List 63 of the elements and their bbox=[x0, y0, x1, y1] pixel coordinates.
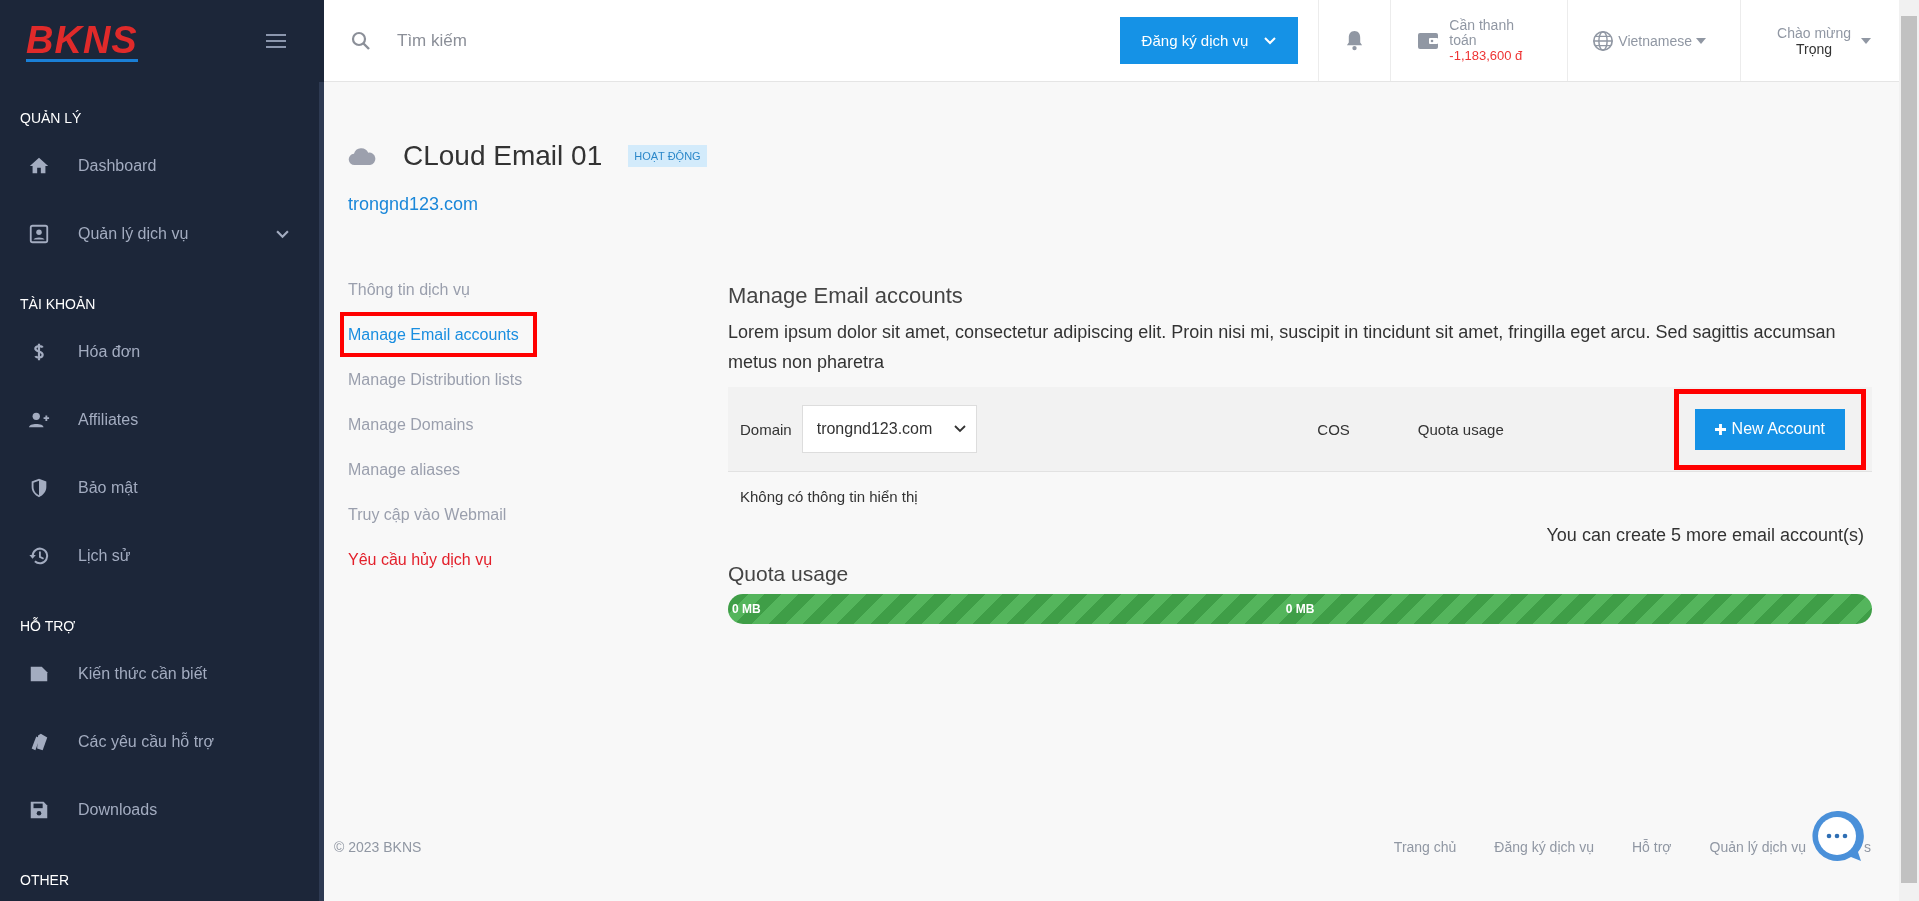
new-account-button[interactable]: New Account bbox=[1694, 408, 1845, 450]
service-menu-item[interactable]: Manage Domains bbox=[340, 402, 492, 447]
save-icon bbox=[28, 799, 50, 821]
register-service-button[interactable]: Đăng ký dịch vụ bbox=[1119, 17, 1299, 64]
language-selector[interactable]: Vietnamese bbox=[1567, 0, 1741, 81]
sidebar-item[interactable]: Các yêu cầu hỗ trợ bbox=[0, 708, 319, 776]
domain-label: Domain bbox=[740, 420, 792, 438]
progress-label: 0 MB bbox=[732, 602, 761, 616]
sidebar-item[interactable]: Bảo mật bbox=[0, 454, 319, 522]
sidebar-item[interactable]: Quản lý dịch vụ bbox=[0, 200, 319, 268]
column-header: Quota usage bbox=[1417, 420, 1504, 438]
service-menu-item[interactable]: Manage aliases bbox=[340, 447, 479, 492]
search-field[interactable]: Tìm kiếm bbox=[395, 29, 699, 52]
sidebar-section-title: TÀI KHOẢN bbox=[19, 295, 97, 314]
chevron-down-icon bbox=[1264, 36, 1277, 45]
column-header: COS bbox=[1317, 420, 1350, 438]
search-icon bbox=[351, 30, 371, 51]
caret-down-icon bbox=[1696, 37, 1707, 44]
service-menu-item[interactable]: Thông tin dịch vụ bbox=[340, 267, 488, 312]
chevron-down-icon bbox=[954, 425, 967, 433]
service-menu-item[interactable]: Manage Distribution lists bbox=[340, 357, 541, 402]
sidebar-item[interactable]: Dashboard bbox=[0, 132, 319, 200]
footer-link[interactable]: Quản lý dịch vụ bbox=[1709, 839, 1806, 855]
footer-link[interactable]: s bbox=[1864, 839, 1871, 855]
sidebar-item[interactable]: Affiliates bbox=[0, 386, 319, 454]
service-menu-item[interactable]: Yêu cầu hủy dịch vụ bbox=[340, 537, 511, 582]
footer-link[interactable]: Hỗ trợ bbox=[1631, 839, 1672, 855]
bell-icon[interactable] bbox=[1345, 30, 1365, 51]
globe-icon bbox=[1592, 29, 1615, 52]
footer-link[interactable]: Đăng ký dịch vụ bbox=[1494, 839, 1594, 855]
contact-icon bbox=[28, 223, 50, 245]
plus-icon bbox=[1714, 423, 1726, 435]
service-menu-item[interactable]: Truy cập vào Webmail bbox=[340, 492, 525, 537]
progress-label: 0 MB bbox=[1285, 602, 1315, 616]
quota-heading: Quota usage bbox=[728, 562, 850, 586]
wallet-icon bbox=[1417, 30, 1440, 51]
sidebar-item[interactable]: Downloads bbox=[0, 776, 319, 844]
service-menu-item[interactable]: Manage Email accounts bbox=[340, 312, 537, 357]
domain-link[interactable]: trongnd123.com bbox=[348, 194, 479, 215]
copyright: © 2023 BKNS bbox=[334, 839, 422, 855]
section-heading: Manage Email accounts bbox=[728, 283, 964, 309]
sidebar-item[interactable]: Kiến thức cần biết bbox=[0, 640, 319, 708]
scrollbar[interactable] bbox=[1899, 0, 1919, 901]
bkns-logo[interactable]: BKNS bbox=[26, 20, 138, 62]
sidebar-section-title: OTHER bbox=[19, 871, 70, 890]
service-title: CLoud Email 01 bbox=[403, 140, 603, 172]
empty-message: Không có thông tin hiển thị bbox=[739, 487, 919, 507]
caret-down-icon bbox=[1861, 37, 1871, 44]
sidebar-item[interactable]: Lịch sử bbox=[0, 522, 319, 590]
menu-icon[interactable] bbox=[266, 34, 286, 48]
footer-link[interactable]: Trang chủ bbox=[1393, 839, 1457, 855]
payment-due-label: Cần thanh toán bbox=[1449, 18, 1515, 48]
domain-select[interactable]: trongnd123.com bbox=[801, 405, 978, 453]
description: Lorem ipsum dolor sit amet, consectetur adipiscing elit. Proin nisi mi, suscipit in tincidunt sit amet, fringilla eget arcu. Sed sagittis accumsan metus non pharetra bbox=[728, 321, 1837, 374]
payment-due-amount: -1,183,600 đ bbox=[1449, 48, 1524, 63]
cloud-icon bbox=[348, 146, 377, 166]
status-badge: HOẠT ĐỘNG bbox=[628, 145, 707, 167]
chevron-down-icon bbox=[276, 229, 289, 239]
sidebar-item[interactable]: Hóa đơn bbox=[0, 318, 319, 386]
sidebar-section-title: QUẢN LÝ bbox=[19, 109, 83, 128]
sidebar-section-title: HỖ TRỢ bbox=[19, 616, 77, 636]
remaining-accounts-note: You can create 5 more email account(s) bbox=[1545, 525, 1865, 546]
history-icon bbox=[28, 545, 50, 567]
